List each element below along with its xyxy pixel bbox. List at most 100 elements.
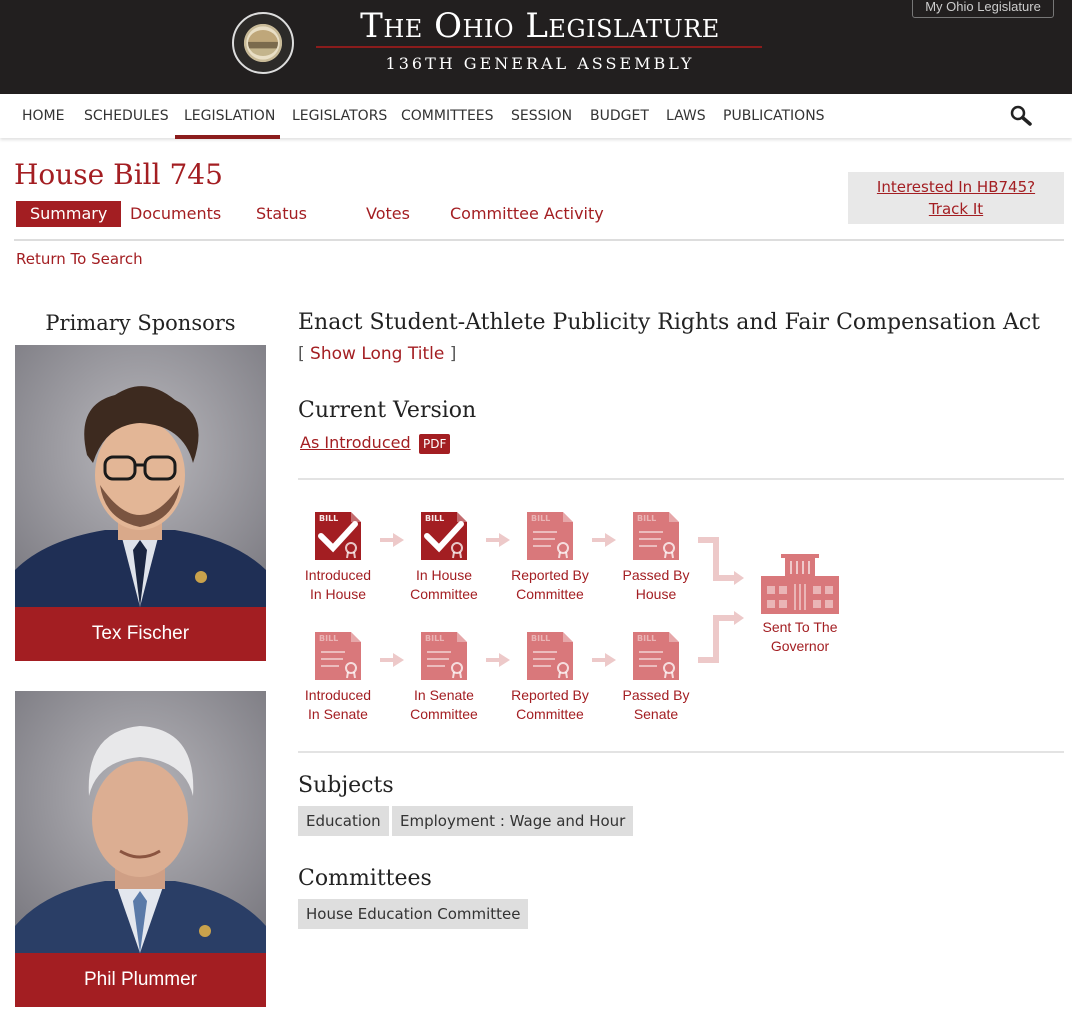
tab-documents[interactable]: Documents [130,201,221,227]
tab-summary[interactable]: Summary [16,201,122,227]
stage-label-line: Senate [633,706,679,722]
svg-text:BILL: BILL [637,514,656,523]
status-stage-label: Introduced In Senate [288,686,388,724]
merge-arrows [698,537,744,663]
bill-document-icon: BILL [421,512,467,560]
nav-budget[interactable]: BUDGET [590,108,649,124]
sponsor-card[interactable]: Phil Plummer [15,691,266,1007]
bill-document-icon: BILL [527,512,573,560]
status-stage-senate: BILL Reported By Committee [500,630,600,724]
nav-active-indicator [175,135,280,139]
my-ohio-legislature-button[interactable]: My Ohio Legislature [912,0,1054,18]
bill-document-icon: BILL [633,632,679,680]
stage-label-line: In Senate [414,687,474,703]
status-stage-label: Reported By Committee [500,566,600,604]
sponsor-photo [15,345,266,607]
show-long-title-link[interactable]: Show Long Title [310,344,444,364]
sponsor-name[interactable]: Phil Plummer [15,953,266,1007]
status-stage-label: Sent To The Governor [750,618,850,656]
status-stage-label: Reported By Committee [500,686,600,724]
site-title[interactable]: The Ohio Legislature [320,6,760,46]
subject-tag[interactable]: Education [298,806,389,836]
stage-label-line: In House [309,586,367,602]
tab-status[interactable]: Status [256,201,307,227]
section-divider [298,751,1064,753]
svg-text:BILL: BILL [425,514,444,523]
tab-votes[interactable]: Votes [366,201,410,227]
site-subtitle: 136TH GENERAL ASSEMBLY [385,54,695,73]
subjects-heading: Subjects [298,773,394,798]
status-stage-label: Passed By House [606,566,706,604]
bill-document-icon: BILL [315,632,361,680]
ohio-seal-logo[interactable] [232,12,294,74]
stage-label-line: Governor [770,638,830,654]
return-to-search-link[interactable]: Return To Search [16,250,143,268]
svg-text:BILL: BILL [425,634,444,643]
track-bill-box: Interested In HB745? Track It [848,172,1064,224]
section-divider [298,478,1064,480]
status-stage-label: Passed By Senate [606,686,706,724]
as-introduced-link[interactable]: As Introduced [300,433,411,452]
status-stage-house: BILL Passed By House [606,510,706,604]
nav-schedules[interactable]: SCHEDULES [84,108,169,124]
pdf-badge[interactable]: PDF [419,434,451,454]
long-title-toggle[interactable]: [ Show Long Title ] [298,344,456,364]
interested-link[interactable]: Interested In HB745? [848,176,1064,198]
status-stage-label: Introduced In House [288,566,388,604]
nav-session[interactable]: SESSION [511,108,572,124]
bill-document-icon: BILL [633,512,679,560]
tabs-divider [14,239,1064,241]
bill-document-icon: BILL [315,512,361,560]
bill-short-title: Enact Student-Athlete Publicity Rights a… [298,310,1041,335]
main-nav: HOME SCHEDULES LEGISLATION LEGISLATORS C… [0,94,1072,139]
nav-committees[interactable]: COMMITTEES [401,108,494,124]
page-title: House Bill 745 [14,158,223,191]
status-stage-senate: BILL Introduced In Senate [288,630,388,724]
status-stage-governor: Sent To The Governor [750,552,850,656]
svg-text:BILL: BILL [319,634,338,643]
site-header: The Ohio Legislature 136TH GENERAL ASSEM… [0,0,1072,94]
sponsor-photo [15,691,266,953]
nav-publications[interactable]: PUBLICATIONS [723,108,825,124]
sponsor-name[interactable]: Tex Fischer [15,607,266,661]
stage-label-line: Reported By [511,567,589,583]
svg-text:BILL: BILL [531,514,550,523]
svg-text:BILL: BILL [319,514,338,523]
sponsors-heading: Primary Sponsors [45,311,236,335]
stage-label-line: Passed By [622,687,690,703]
bill-document-icon: BILL [527,632,573,680]
stage-label-line: Introduced [304,567,372,583]
tab-committee-activity[interactable]: Committee Activity [450,201,604,227]
status-stage-senate: BILL Passed By Senate [606,630,706,724]
status-stage-label: In Senate Committee [394,686,494,724]
current-version-heading: Current Version [298,398,477,423]
stage-label-line: Committee [410,586,478,602]
stage-label-line: Passed By [622,567,690,583]
sponsor-card[interactable]: Tex Fischer [15,345,266,661]
status-stage-house: BILL Reported By Committee [500,510,600,604]
stage-label-line: Introduced [304,687,372,703]
bracket-close: ] [449,344,457,364]
status-stage-house: BILL In House Committee [394,510,494,604]
nav-home[interactable]: HOME [22,108,64,124]
nav-legislators[interactable]: LEGISLATORS [292,108,387,124]
committee-tag[interactable]: House Education Committee [298,899,529,929]
seal-emblem [248,30,278,56]
svg-text:BILL: BILL [531,634,550,643]
title-divider [316,46,762,48]
nav-legislation[interactable]: LEGISLATION [184,108,275,124]
stage-label-line: In House [415,567,473,583]
committees-heading: Committees [298,866,432,891]
statehouse-icon [761,554,839,614]
status-stage-senate: BILL In Senate Committee [394,630,494,724]
stage-label-line: Committee [516,586,584,602]
nav-laws[interactable]: LAWS [666,108,706,124]
status-stage-house: BILL Introduced In House [288,510,388,604]
track-it-link[interactable]: Track It [848,198,1064,220]
stage-label-line: House [635,586,677,602]
subject-tag[interactable]: Employment : Wage and Hour [392,806,634,836]
status-stage-label: In House Committee [394,566,494,604]
svg-text:BILL: BILL [637,634,656,643]
search-icon[interactable] [1010,105,1032,127]
bill-document-icon: BILL [421,632,467,680]
